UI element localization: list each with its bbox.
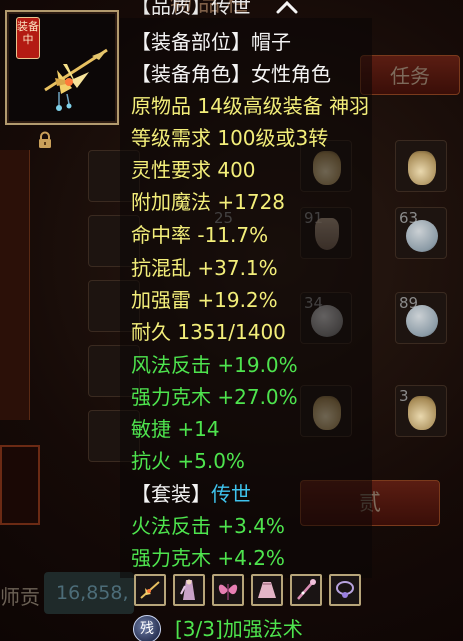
spirit-requirement-line: 灵性要求 400 xyxy=(131,158,256,182)
tab-task[interactable]: 任务 xyxy=(360,55,460,95)
set-label: 【套装】传世 xyxy=(131,482,251,506)
left-side-strip xyxy=(0,150,30,420)
inventory-cell[interactable]: 3 xyxy=(395,385,447,437)
stat-hit-rate: 命中率 -11.7% xyxy=(131,223,269,247)
set-item-hairpin[interactable] xyxy=(134,574,166,606)
left-side-slot[interactable] xyxy=(0,445,40,525)
item-count: 3 xyxy=(399,387,409,405)
pearl-icon xyxy=(406,220,438,252)
quality-line: 【品质】传世 xyxy=(131,0,251,18)
set-item-necklace[interactable] xyxy=(329,574,361,606)
golden-feather-hairpin-icon xyxy=(44,48,108,111)
set-stat-strong-wood: 强力克木 +4.2% xyxy=(131,546,285,570)
pearl-icon xyxy=(406,305,438,337)
level-requirement-line: 等级需求 100级或3转 xyxy=(131,126,329,150)
set-item-skirt[interactable] xyxy=(251,574,283,606)
stat-wind-counter: 风法反击 +19.0% xyxy=(131,353,298,377)
set-skill-line: [3/3]加强法术 xyxy=(175,617,303,641)
set-item-wings[interactable] xyxy=(212,574,244,606)
butterfly-wing-icon xyxy=(218,584,238,600)
stat-anti-chaos: 抗混乱 +37.1% xyxy=(131,256,278,280)
lock-icon[interactable] xyxy=(36,131,54,149)
stat-magic: 附加魔法 +1728 xyxy=(131,190,286,214)
inventory-cell[interactable]: 89 xyxy=(395,292,447,344)
stat-strong-wood: 强力克木 +27.0% xyxy=(131,385,298,409)
wand-icon xyxy=(297,579,316,600)
set-name: 传世 xyxy=(211,482,251,506)
necklace-icon xyxy=(336,581,354,598)
robe-icon xyxy=(180,579,195,600)
inventory-cell[interactable]: 63 xyxy=(395,207,447,259)
set-item-robe[interactable] xyxy=(173,574,205,606)
equip-role-line: 【装备角色】女性角色 xyxy=(131,62,331,86)
potion-icon xyxy=(408,396,436,430)
shitong-value: 16,858, xyxy=(56,582,129,604)
inventory-cell[interactable] xyxy=(395,140,447,192)
potion-icon xyxy=(408,151,436,185)
set-item-wand[interactable] xyxy=(290,574,322,606)
set-label-text: 【套装】 xyxy=(131,482,211,506)
set-skill-icon: 残 xyxy=(133,615,161,641)
chevron-up-icon[interactable] xyxy=(275,0,299,14)
equipped-item-slot[interactable]: 装备中 xyxy=(5,10,119,125)
stat-durability: 耐久 1351/1400 xyxy=(131,320,286,344)
stat-agility: 敏捷 +14 xyxy=(131,417,220,441)
equip-part-line: 【装备部位】帽子 xyxy=(131,30,291,54)
set-stat-fire-counter: 火法反击 +3.4% xyxy=(131,514,285,538)
skirt-icon xyxy=(258,582,276,598)
shitong-label: 师贡 xyxy=(0,585,40,609)
hairpin-icon xyxy=(140,581,160,599)
stat-anti-fire: 抗火 +5.0% xyxy=(131,449,245,473)
stat-thunder: 加强雷 +19.2% xyxy=(131,288,278,312)
original-item-line: 原物品 14级高级装备 神羽 xyxy=(131,94,370,118)
